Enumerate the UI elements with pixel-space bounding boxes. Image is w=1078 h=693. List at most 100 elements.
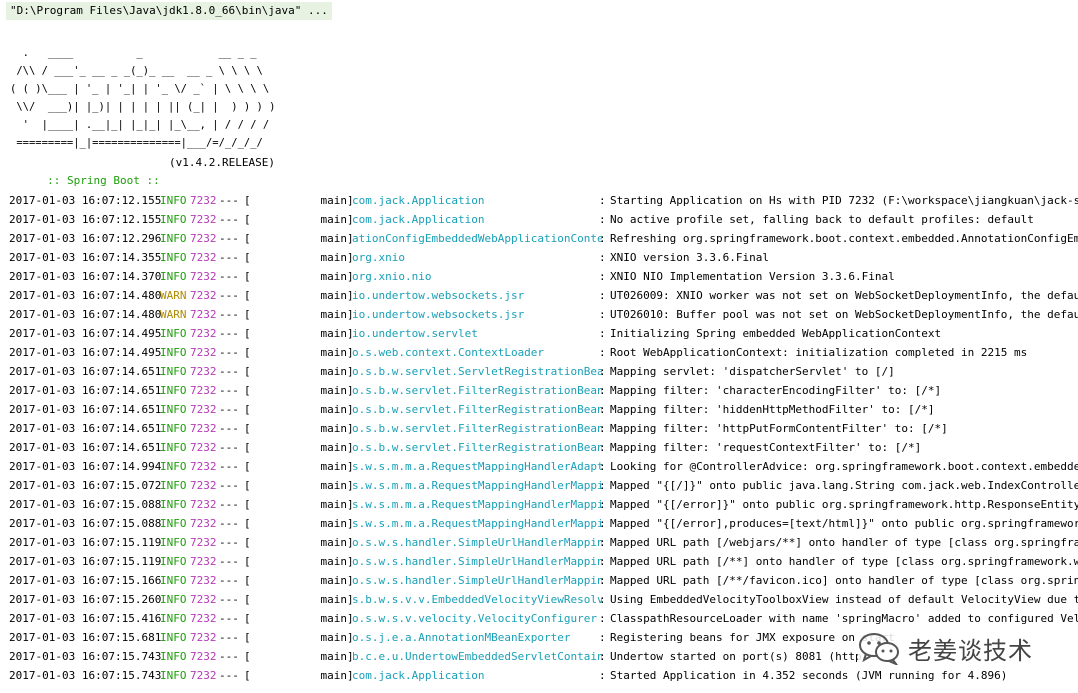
log-timestamp: 2017-01-03 16:07:15.088 — [9, 498, 162, 511]
log-logger: o.s.b.w.servlet.FilterRegistrationBean — [352, 403, 602, 416]
banner-line: \\/ ___)| |_)| | | | | || (_| | ) ) ) ) — [10, 101, 276, 113]
log-separator: --- — [219, 669, 239, 682]
log-message: Mapped URL path [/webjars/**] onto handl… — [610, 536, 1078, 549]
log-message: No active profile set, falling back to d… — [610, 213, 1034, 226]
log-thread-name: main — [320, 650, 348, 663]
log-message: Mapping filter: 'requestContextFilter' t… — [610, 441, 922, 454]
log-timestamp: 2017-01-03 16:07:15.743 — [9, 669, 162, 682]
log-line: 2017-01-03 16:07:15.088 INFO 7232 ---[main]… — [0, 495, 1078, 514]
log-colon: : — [599, 422, 606, 435]
log-level: INFO — [160, 251, 187, 264]
log-logger: o.s.j.e.a.AnnotationMBeanExporter — [352, 631, 571, 644]
log-colon: : — [599, 574, 606, 587]
log-separator: --- — [219, 593, 239, 606]
log-level: WARN — [160, 289, 187, 302]
log-logger: io.undertow.websockets.jsr — [352, 308, 525, 321]
log-colon: : — [599, 555, 606, 568]
log-timestamp: 2017-01-03 16:07:14.495 — [9, 327, 162, 340]
log-message: Mapped URL path [/**/favicon.ico] onto h… — [610, 574, 1078, 587]
banner-line: ' |____| .__|_| |_|_| |_\__, | / / / / — [10, 119, 270, 131]
log-thread-name: main — [320, 555, 348, 568]
log-colon: : — [599, 593, 606, 606]
log-separator: --- — [219, 403, 239, 416]
log-message: Looking for @ControllerAdvice: org.sprin… — [610, 460, 1078, 473]
banner-line: . ____ _ __ _ _ — [10, 47, 257, 59]
log-logger: o.s.b.w.servlet.ServletRegistrationBean — [352, 365, 602, 378]
log-colon: : — [599, 194, 606, 207]
banner-line: /\\ / ___'_ __ _ _(_)_ __ __ _ \ \ \ \ — [10, 65, 263, 77]
log-line: 2017-01-03 16:07:14.480 WARN 7232 ---[main]… — [0, 305, 1078, 324]
log-colon: : — [599, 536, 606, 549]
log-pid: 7232 — [190, 213, 217, 226]
log-timestamp: 2017-01-03 16:07:14.651 — [9, 441, 162, 454]
log-line: 2017-01-03 16:07:15.119 INFO 7232 ---[main]… — [0, 533, 1078, 552]
log-timestamp: 2017-01-03 16:07:15.681 — [9, 631, 162, 644]
log-pid: 7232 — [190, 441, 217, 454]
log-separator: --- — [219, 289, 239, 302]
log-separator: --- — [219, 270, 239, 283]
log-pid: 7232 — [190, 536, 217, 549]
log-pid: 7232 — [190, 612, 217, 625]
log-separator: --- — [219, 631, 239, 644]
log-thread-open-bracket: [ — [244, 650, 251, 663]
log-separator: --- — [219, 479, 239, 492]
watermark-text: 老姜谈技术 — [908, 636, 1033, 665]
log-colon: : — [599, 460, 606, 473]
log-line: 2017-01-03 16:07:15.260 INFO 7232 ---[main]… — [0, 590, 1078, 609]
log-thread-open-bracket: [ — [244, 422, 251, 435]
log-thread-name: main — [320, 194, 348, 207]
log-thread-open-bracket: [ — [244, 384, 251, 397]
log-separator: --- — [219, 308, 239, 321]
command-line: "D:\Program Files\Java\jdk1.8.0_66\bin\j… — [6, 2, 332, 20]
log-colon: : — [599, 384, 606, 397]
log-pid: 7232 — [190, 327, 217, 340]
log-thread-name: main — [320, 479, 348, 492]
log-message: Mapping servlet: 'dispatcherServlet' to … — [610, 365, 895, 378]
log-message: Started Application in 4.352 seconds (JV… — [610, 669, 1008, 682]
log-message: Mapping filter: 'httpPutFormContentFilte… — [610, 422, 948, 435]
log-separator: --- — [219, 517, 239, 530]
log-message: Mapped "{[/error],produces=[text/html]}"… — [610, 517, 1078, 530]
log-message: Mapped "{[/]}" onto public java.lang.Str… — [610, 479, 1078, 492]
log-colon: : — [599, 327, 606, 340]
log-separator: --- — [219, 441, 239, 454]
log-thread-open-bracket: [ — [244, 289, 251, 302]
log-line: 2017-01-03 16:07:15.416 INFO 7232 ---[main]… — [0, 609, 1078, 628]
log-colon: : — [599, 213, 606, 226]
log-message: Refreshing org.springframework.boot.cont… — [610, 232, 1078, 245]
log-logger: org.xnio — [352, 251, 405, 264]
log-separator: --- — [219, 555, 239, 568]
log-thread-open-bracket: [ — [244, 479, 251, 492]
log-timestamp: 2017-01-03 16:07:14.651 — [9, 384, 162, 397]
log-line: 2017-01-03 16:07:14.994 INFO 7232 ---[main]… — [0, 457, 1078, 476]
log-colon: : — [599, 232, 606, 245]
log-logger: io.undertow.websockets.jsr — [352, 289, 525, 302]
log-level: INFO — [160, 460, 187, 473]
log-separator: --- — [219, 612, 239, 625]
log-pid: 7232 — [190, 251, 217, 264]
log-logger: io.undertow.servlet — [352, 327, 478, 340]
log-pid: 7232 — [190, 270, 217, 283]
log-separator: --- — [219, 460, 239, 473]
log-message: XNIO NIO Implementation Version 3.3.6.Fi… — [610, 270, 895, 283]
spring-boot-banner: . ____ _ __ _ _ /\\ / ___'_ __ _ _(_)_ _… — [10, 44, 276, 152]
spring-boot-version-line: :: Spring Boot :: (v1.4.2.RELEASE) — [14, 154, 275, 187]
log-timestamp: 2017-01-03 16:07:12.155 — [9, 194, 162, 207]
log-line: 2017-01-03 16:07:15.119 INFO 7232 ---[main]… — [0, 552, 1078, 571]
log-timestamp: 2017-01-03 16:07:15.166 — [9, 574, 162, 587]
log-pid: 7232 — [190, 232, 217, 245]
log-thread-name: main — [320, 593, 348, 606]
log-thread-open-bracket: [ — [244, 365, 251, 378]
log-message: UT026009: XNIO worker was not set on Web… — [610, 289, 1078, 302]
log-timestamp: 2017-01-03 16:07:14.651 — [9, 365, 162, 378]
log-level: INFO — [160, 669, 187, 682]
log-separator: --- — [219, 650, 239, 663]
log-line: 2017-01-03 16:07:14.651 INFO 7232 ---[main]… — [0, 400, 1078, 419]
log-thread-name: main — [320, 213, 348, 226]
log-message: Mapped "{[/error]}" onto public org.spri… — [610, 498, 1078, 511]
log-logger: org.xnio.nio — [352, 270, 432, 283]
log-message: ClasspathResourceLoader with name 'sprin… — [610, 612, 1078, 625]
log-line: 2017-01-03 16:07:14.651 INFO 7232 ---[main]… — [0, 438, 1078, 457]
log-colon: : — [599, 498, 606, 511]
log-thread-name: main — [320, 422, 348, 435]
